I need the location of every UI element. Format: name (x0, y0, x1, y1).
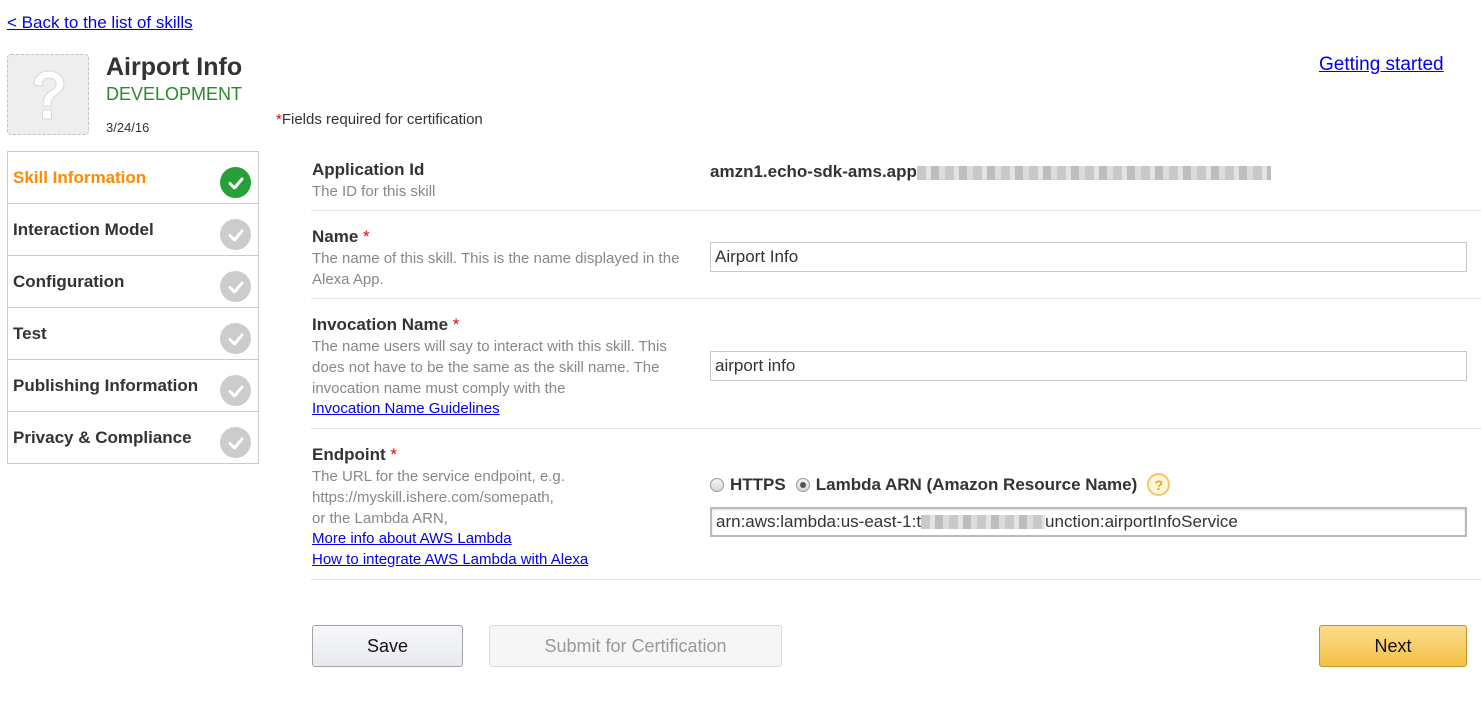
sidebar-item-skill-information[interactable]: Skill Information (8, 152, 258, 204)
checkmark-icon (220, 427, 251, 458)
lambda-arn-radio[interactable] (795, 477, 810, 492)
name-input[interactable]: Airport Info (710, 242, 1467, 272)
name-label: Name * (312, 227, 370, 247)
divider (311, 579, 1481, 580)
invocation-name-input[interactable]: airport info (710, 351, 1467, 381)
app-id-value: amzn1.echo-sdk-ams.app (710, 162, 1271, 182)
sidebar-item-label: Publishing Information (13, 375, 199, 395)
required-star: * (390, 445, 398, 464)
divider (311, 428, 1481, 429)
redacted-block (921, 515, 1046, 529)
redacted-block (916, 165, 1271, 180)
checkmark-icon (220, 323, 251, 354)
integrate-lambda-link[interactable]: How to integrate AWS Lambda with Alexa (312, 551, 588, 568)
endpoint-desc-line3: or the Lambda ARN, (312, 510, 448, 527)
skill-title: Airport Info (106, 53, 243, 81)
endpoint-label-text: Endpoint (312, 445, 386, 464)
skill-avatar (7, 54, 89, 135)
app-id-text: amzn1.echo-sdk-ams.app (710, 162, 917, 181)
next-button[interactable]: Next (1319, 625, 1467, 667)
sidebar-item-privacy-compliance[interactable]: Privacy & Compliance (8, 412, 258, 464)
name-desc: The name of this skill. This is the name… (312, 250, 680, 288)
checkmark-icon (220, 167, 251, 198)
arn-suffix: unction:airportInfoService (1045, 512, 1238, 531)
getting-started-link[interactable]: Getting started (1319, 54, 1444, 76)
arn-prefix: arn:aws:lambda:us-east-1:t (716, 512, 922, 531)
endpoint-type-options: HTTPS Lambda ARN (Amazon Resource Name) … (710, 473, 1171, 496)
back-to-skills-link[interactable]: < Back to the list of skills (7, 13, 193, 33)
checkmark-icon (220, 375, 251, 406)
skill-date: 3/24/16 (106, 120, 150, 135)
lambda-arn-option-label[interactable]: Lambda ARN (Amazon Resource Name) (816, 475, 1138, 495)
endpoint-desc-line1: The URL for the service endpoint, e.g. (312, 468, 565, 485)
app-id-label: Application Id (312, 160, 425, 179)
required-fields-note: *Fields required for certification (276, 111, 483, 128)
checkmark-icon (220, 271, 251, 302)
required-star: * (452, 315, 460, 334)
help-icon[interactable]: ? (1147, 473, 1171, 496)
divider (311, 298, 1481, 299)
name-label-text: Name (312, 227, 359, 246)
sidebar-item-label: Privacy & Compliance (13, 427, 192, 447)
app-id-desc: The ID for this skill (312, 183, 436, 200)
question-mark-icon (33, 69, 65, 119)
endpoint-desc-line2: https://myskill.ishere.com/somepath, (312, 489, 554, 506)
sidebar-item-label: Configuration (13, 271, 125, 291)
invocation-name-desc: The name users will say to interact with… (312, 338, 667, 397)
sidebar-item-label: Interaction Model (13, 219, 154, 239)
sidebar-item-label: Test (13, 323, 47, 343)
sidebar-item-publishing-information[interactable]: Publishing Information (8, 360, 258, 412)
invocation-guidelines-link[interactable]: Invocation Name Guidelines (312, 400, 500, 417)
submit-for-certification-button[interactable]: Submit for Certification (489, 625, 782, 667)
aws-lambda-info-link[interactable]: More info about AWS Lambda (312, 530, 512, 547)
https-option-label[interactable]: HTTPS (730, 475, 786, 495)
skill-status: DEVELOPMENT (106, 84, 243, 104)
https-radio[interactable] (710, 477, 724, 492)
sidebar-item-configuration[interactable]: Configuration (8, 256, 258, 308)
invocation-name-label: Invocation Name * (312, 315, 459, 335)
required-note-text: Fields required for certification (281, 111, 483, 128)
sidebar-item-interaction-model[interactable]: Interaction Model (8, 204, 258, 256)
sidebar-nav: Skill Information Interaction Model Conf… (7, 151, 259, 464)
invocation-label-text: Invocation Name (312, 315, 449, 334)
sidebar-item-test[interactable]: Test (8, 308, 258, 360)
endpoint-arn-input[interactable]: arn:aws:lambda:us-east-1:t unction:airpor… (710, 507, 1467, 537)
divider (311, 210, 1481, 211)
endpoint-label: Endpoint * (312, 445, 397, 465)
required-star: * (363, 227, 370, 246)
sidebar-item-label: Skill Information (13, 167, 147, 187)
save-button[interactable]: Save (312, 625, 463, 667)
checkmark-icon (220, 219, 251, 250)
